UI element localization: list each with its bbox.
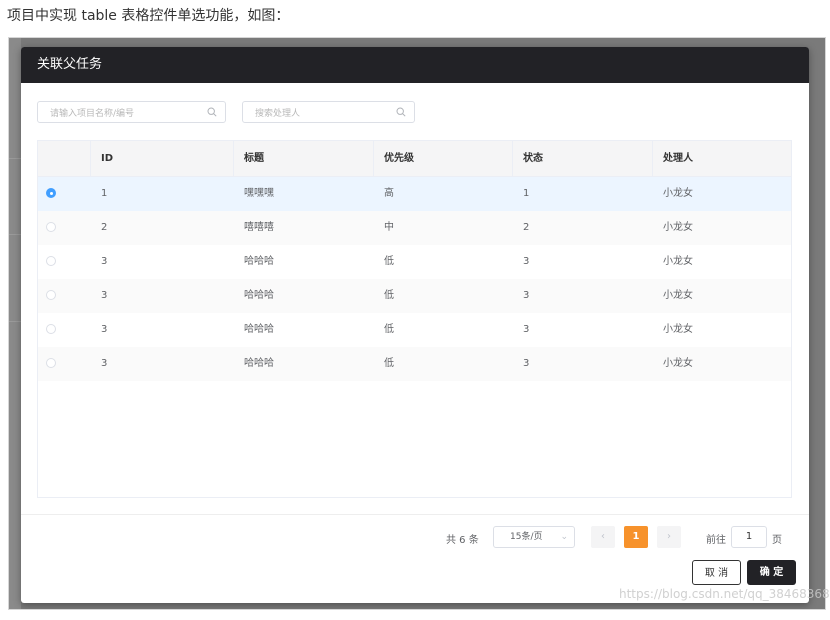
- cell-id: 3: [101, 290, 108, 301]
- column-header-select: [38, 141, 91, 176]
- goto-label: 前往: [706, 535, 726, 546]
- cell-id: 3: [101, 324, 108, 335]
- cell-id: 3: [101, 256, 108, 267]
- task-table: ID 标题 优先级 状态 处理人 1 嘿嘿嘿高 1 小龙女 2 嘻嘻嘻中 2 小龙女 3 哈哈哈低…: [37, 140, 792, 498]
- cell-select: [38, 245, 91, 279]
- cell-status: 3: [523, 290, 530, 301]
- row-radio[interactable]: [46, 222, 56, 232]
- cell-status: 2: [523, 222, 530, 233]
- page-size-value: 15条/页: [510, 532, 543, 542]
- screenshot-frame: 关联父任务 请输入项目名称/编号 搜索处理人 ID 标题 优先级 状态 处理人 …: [8, 37, 826, 610]
- chevron-down-icon: ⌄: [560, 532, 568, 542]
- table-row[interactable]: 1 嘿嘿嘿 高 1 小龙女: [38, 177, 791, 211]
- dialog-title: 关联父任务: [37, 57, 103, 72]
- table-row[interactable]: 2 嘻嘻嘻 中 2 小龙女: [38, 211, 791, 245]
- table-row[interactable]: 3 哈哈哈 低 3 小龙女: [38, 347, 791, 381]
- search-icon[interactable]: [207, 107, 217, 117]
- table-body: 1 嘿嘿嘿高 1 小龙女 2 嘻嘻嘻中 2 小龙女 3 哈哈哈低 3 小龙女 3 哈哈哈低 3 小龙女 3 哈哈哈…: [38, 177, 791, 381]
- row-radio[interactable]: [46, 358, 56, 368]
- cell-handler: 小龙女: [663, 222, 693, 233]
- cell-priority: 低: [384, 358, 394, 369]
- cell-handler: 小龙女: [663, 324, 693, 335]
- cell-select: [38, 177, 91, 211]
- row-radio[interactable]: [46, 188, 56, 198]
- watermark: https://blog.csdn.net/qq_38468368: [619, 587, 830, 601]
- cell-priority: 中: [384, 222, 394, 233]
- cell-title: 哈哈哈: [244, 256, 274, 267]
- cancel-button[interactable]: 取 消: [692, 560, 741, 585]
- column-header-priority[interactable]: 优先级: [374, 141, 513, 176]
- cell-id: 1: [101, 188, 108, 199]
- cell-handler: 小龙女: [663, 188, 693, 199]
- cell-status: 3: [523, 324, 530, 335]
- cell-handler: 小龙女: [663, 358, 693, 369]
- backdrop-page-edge: [9, 38, 21, 609]
- table-row[interactable]: 3 哈哈哈 低 3 小龙女: [38, 313, 791, 347]
- project-search-placeholder: 请输入项目名称/编号: [50, 109, 135, 119]
- cell-select: [38, 313, 91, 347]
- row-radio[interactable]: [46, 256, 56, 266]
- pagination: 共 6 条 15条/页 ⌄ ‹ 1 › 前往 1 页: [21, 526, 809, 550]
- table-row[interactable]: 3 哈哈哈 低 3 小龙女: [38, 245, 791, 279]
- associate-parent-task-dialog: 关联父任务 请输入项目名称/编号 搜索处理人 ID 标题 优先级 状态 处理人 …: [21, 47, 809, 603]
- cell-select: [38, 279, 91, 313]
- column-header-title[interactable]: 标题: [234, 141, 374, 176]
- next-page-button[interactable]: ›: [657, 526, 681, 548]
- goto-suffix: 页: [772, 535, 782, 546]
- cell-priority: 低: [384, 324, 394, 335]
- page-size-select[interactable]: 15条/页 ⌄: [493, 526, 575, 548]
- cell-status: 3: [523, 358, 530, 369]
- column-header-handler[interactable]: 处理人: [653, 141, 791, 176]
- row-radio[interactable]: [46, 290, 56, 300]
- table-header-row: ID 标题 优先级 状态 处理人: [38, 141, 791, 177]
- project-search-input[interactable]: 请输入项目名称/编号: [37, 101, 226, 123]
- article-intro-text: 项目中实现 table 表格控件单选功能，如图：: [7, 8, 290, 24]
- chevron-right-icon: ›: [667, 531, 671, 542]
- cell-title: 哈哈哈: [244, 358, 274, 369]
- row-radio[interactable]: [46, 324, 56, 334]
- cell-select: [38, 211, 91, 245]
- handler-search-input[interactable]: 搜索处理人: [242, 101, 415, 123]
- cell-status: 1: [523, 188, 530, 199]
- page-number-current[interactable]: 1: [624, 526, 648, 548]
- chevron-left-icon: ‹: [601, 531, 605, 542]
- table-row[interactable]: 3 哈哈哈 低 3 小龙女: [38, 279, 791, 313]
- column-header-status[interactable]: 状态: [513, 141, 653, 176]
- cell-title: 嘿嘿嘿: [244, 188, 274, 199]
- cell-priority: 高: [384, 188, 394, 199]
- cell-title: 哈哈哈: [244, 324, 274, 335]
- search-icon[interactable]: [396, 107, 406, 117]
- cell-priority: 低: [384, 256, 394, 267]
- cell-priority: 低: [384, 290, 394, 301]
- cell-title: 哈哈哈: [244, 290, 274, 301]
- pagination-total: 共 6 条: [446, 535, 479, 546]
- confirm-button[interactable]: 确 定: [747, 560, 796, 585]
- cell-select: [38, 347, 91, 381]
- cell-status: 3: [523, 256, 530, 267]
- dialog-header: 关联父任务: [21, 47, 809, 83]
- cell-handler: 小龙女: [663, 290, 693, 301]
- cell-handler: 小龙女: [663, 256, 693, 267]
- goto-page-input[interactable]: 1: [731, 526, 767, 548]
- handler-search-placeholder: 搜索处理人: [255, 109, 301, 119]
- cell-title: 嘻嘻嘻: [244, 222, 274, 233]
- footer-divider: [21, 514, 809, 515]
- column-header-id[interactable]: ID: [91, 141, 234, 176]
- cell-id: 2: [101, 222, 108, 233]
- prev-page-button[interactable]: ‹: [591, 526, 615, 548]
- cell-id: 3: [101, 358, 108, 369]
